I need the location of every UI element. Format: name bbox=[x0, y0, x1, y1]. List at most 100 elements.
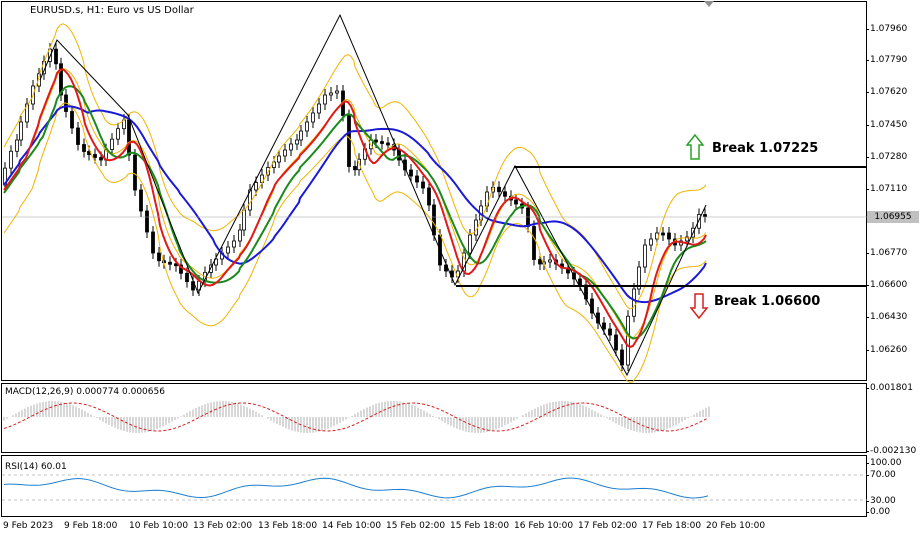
arrow-down-icon bbox=[689, 293, 709, 320]
price-tick: 1.07620 bbox=[865, 87, 908, 97]
rsi-axis-tick: 70.00 bbox=[866, 470, 896, 480]
candle-body bbox=[305, 121, 309, 132]
time-tick: 20 Feb 10:00 bbox=[706, 521, 766, 531]
break-down-label: Break 1.06600 bbox=[714, 294, 821, 309]
candle-body bbox=[168, 261, 172, 265]
candle-body bbox=[145, 210, 149, 233]
candle-body bbox=[76, 127, 80, 145]
macd-axis-bottom: -0.002130 bbox=[865, 446, 917, 456]
price-tick: 1.07280 bbox=[865, 152, 908, 162]
candle-body bbox=[317, 103, 321, 114]
candle-body bbox=[242, 209, 246, 231]
candle-body bbox=[497, 186, 501, 193]
time-tick: 17 Feb 02:00 bbox=[578, 521, 638, 531]
candle-body bbox=[116, 128, 120, 140]
candle-body bbox=[353, 166, 357, 171]
candle-body bbox=[421, 181, 425, 189]
candle-body bbox=[614, 334, 618, 351]
candle-body bbox=[254, 182, 258, 191]
candle-body bbox=[110, 138, 114, 150]
rsi-label: RSI(14) 60.01 bbox=[5, 462, 67, 472]
candle-body bbox=[157, 252, 161, 262]
candle-body bbox=[649, 238, 653, 246]
price-tick: 1.07110 bbox=[865, 184, 908, 194]
ma-blue-line bbox=[3, 105, 707, 304]
time-tick: 13 Feb 18:00 bbox=[258, 521, 318, 531]
time-tick: 9 Feb 18:00 bbox=[64, 521, 118, 531]
price-tick: 1.06430 bbox=[865, 312, 908, 322]
candle-body bbox=[295, 139, 299, 145]
candle-body bbox=[667, 232, 671, 240]
price-tick: 1.07450 bbox=[865, 120, 908, 130]
macd-signal-line bbox=[3, 402, 709, 432]
bollinger-lower-line bbox=[3, 102, 707, 384]
time-tick: 16 Feb 10:00 bbox=[514, 521, 574, 531]
candle-body bbox=[661, 232, 665, 236]
candle-body bbox=[632, 288, 636, 317]
price-tick: 1.06260 bbox=[865, 345, 908, 355]
bollinger-middle-line bbox=[3, 68, 707, 339]
candle-body bbox=[299, 130, 303, 141]
candle-body bbox=[514, 199, 518, 205]
rsi-axis-tick: 100.00 bbox=[866, 458, 902, 468]
candle-body bbox=[602, 322, 606, 330]
time-tick: 15 Feb 02:00 bbox=[386, 521, 446, 531]
candle-body bbox=[538, 259, 542, 265]
candle-body bbox=[374, 139, 378, 143]
candle-body bbox=[323, 94, 327, 105]
candle-body bbox=[335, 90, 339, 94]
candle-body bbox=[468, 234, 472, 254]
candle-body bbox=[703, 214, 707, 217]
candle-body bbox=[432, 204, 436, 236]
candle-body bbox=[415, 175, 419, 183]
candle-body bbox=[311, 112, 315, 123]
candle-body bbox=[578, 278, 582, 286]
candle-body bbox=[643, 244, 647, 268]
candle-body bbox=[474, 219, 478, 236]
candle-body bbox=[608, 328, 612, 336]
time-tick: 10 Feb 10:00 bbox=[129, 521, 189, 531]
candle-body bbox=[380, 141, 384, 144]
rsi-axis-tick: 0.00 bbox=[865, 507, 891, 517]
candle-body bbox=[151, 231, 155, 254]
candle-body bbox=[386, 142, 390, 146]
candle-body bbox=[427, 187, 431, 206]
candle-body bbox=[277, 155, 281, 163]
candle-body bbox=[15, 139, 19, 152]
candle-body bbox=[238, 229, 242, 242]
rsi-line bbox=[3, 477, 709, 499]
candle-body bbox=[99, 157, 103, 161]
macd-axis-top: 0.001801 bbox=[866, 383, 913, 393]
candle-body bbox=[139, 189, 143, 212]
macd-label: MACD(12,26,9) 0.000774 0.000656 bbox=[5, 387, 165, 397]
candle-body bbox=[347, 115, 351, 167]
candle-body bbox=[133, 154, 137, 191]
candle-body bbox=[185, 272, 189, 283]
candle-body bbox=[532, 226, 536, 260]
arrow-up-icon bbox=[685, 133, 705, 160]
candle-body bbox=[226, 246, 230, 254]
time-tick: 15 Feb 18:00 bbox=[450, 521, 510, 531]
candle-body bbox=[70, 111, 74, 129]
rsi-axis-tick: 30.00 bbox=[866, 496, 896, 506]
candle-body bbox=[19, 121, 23, 141]
candle-body bbox=[409, 169, 413, 177]
candle-body bbox=[283, 149, 287, 157]
candle-body bbox=[82, 144, 86, 152]
candle-body bbox=[127, 119, 131, 156]
candle-body bbox=[9, 150, 13, 169]
candle-body bbox=[54, 48, 58, 65]
candle-body bbox=[548, 259, 552, 263]
current-price-badge: 1.06955 bbox=[867, 211, 919, 223]
price-tick: 1.07960 bbox=[865, 24, 908, 34]
candle-body bbox=[329, 92, 333, 96]
price-tick: 1.06600 bbox=[865, 280, 908, 290]
time-tick: 9 Feb 2023 bbox=[3, 521, 54, 531]
candle-body bbox=[503, 191, 507, 197]
price-tick: 1.06770 bbox=[865, 248, 908, 258]
time-tick: 14 Feb 10:00 bbox=[322, 521, 382, 531]
candle-body bbox=[289, 143, 293, 151]
candle-body bbox=[93, 154, 97, 158]
candle-body bbox=[232, 240, 236, 248]
time-tick: 13 Feb 02:00 bbox=[193, 521, 253, 531]
